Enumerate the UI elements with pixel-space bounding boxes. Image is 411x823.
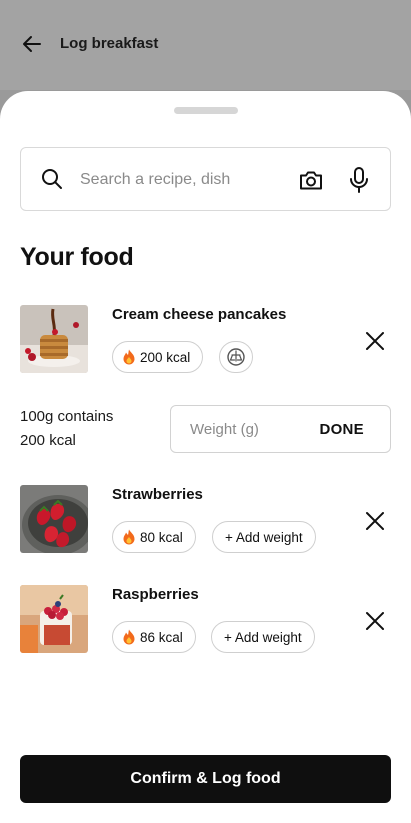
remove-item-icon[interactable] <box>363 609 387 633</box>
raspberries-photo <box>20 585 88 653</box>
weight-info-line2: 200 kcal <box>20 432 76 449</box>
add-weight-button[interactable]: + Add weight <box>212 521 316 553</box>
remove-item-icon[interactable] <box>363 509 387 533</box>
food-name: Strawberries <box>112 486 203 503</box>
fire-icon <box>123 629 135 645</box>
strawberries-photo <box>20 485 88 553</box>
weigh-button[interactable] <box>219 341 253 373</box>
section-title: Your food <box>20 243 134 271</box>
page-title: Log breakfast <box>60 35 159 52</box>
food-item-pancakes: Cream cheese pancakes 200 kcal <box>20 305 391 375</box>
scale-icon <box>227 348 245 366</box>
fire-icon <box>123 529 135 545</box>
sheet-drag-handle[interactable] <box>174 107 238 114</box>
done-button[interactable]: DONE <box>319 421 364 438</box>
camera-icon[interactable] <box>298 167 324 193</box>
food-item-raspberries: Raspberries 86 kcal + Add weight <box>20 585 391 655</box>
fire-icon <box>123 349 135 365</box>
search-bar <box>20 147 391 211</box>
pancakes-photo <box>20 305 88 373</box>
food-item-strawberries: Strawberries 80 kcal + Add weight <box>20 485 391 555</box>
search-input[interactable] <box>80 160 280 200</box>
background-header: Log breakfast <box>0 0 411 90</box>
calorie-value: 86 kcal <box>140 629 183 645</box>
arrow-left-icon[interactable] <box>20 32 44 56</box>
calorie-value: 200 kcal <box>140 349 191 365</box>
confirm-log-button[interactable]: Confirm & Log food <box>20 755 391 803</box>
search-icon <box>42 169 62 189</box>
calorie-value: 80 kcal <box>140 529 183 545</box>
food-name: Cream cheese pancakes <box>112 306 287 323</box>
microphone-icon[interactable] <box>347 166 371 194</box>
remove-item-icon[interactable] <box>363 329 387 353</box>
weight-field: DONE <box>170 405 391 453</box>
calorie-badge: 86 kcal <box>112 621 196 653</box>
weight-info: 100g contains 200 kcal <box>20 405 113 453</box>
weight-input[interactable] <box>190 412 310 446</box>
food-name: Raspberries <box>112 586 199 603</box>
calorie-badge: 200 kcal <box>112 341 204 373</box>
calorie-badge: 80 kcal <box>112 521 196 553</box>
bottom-sheet: Your food Cream cheese pancakes <box>0 91 411 823</box>
weight-info-line1: 100g contains <box>20 408 114 425</box>
add-weight-button[interactable]: + Add weight <box>211 621 315 653</box>
